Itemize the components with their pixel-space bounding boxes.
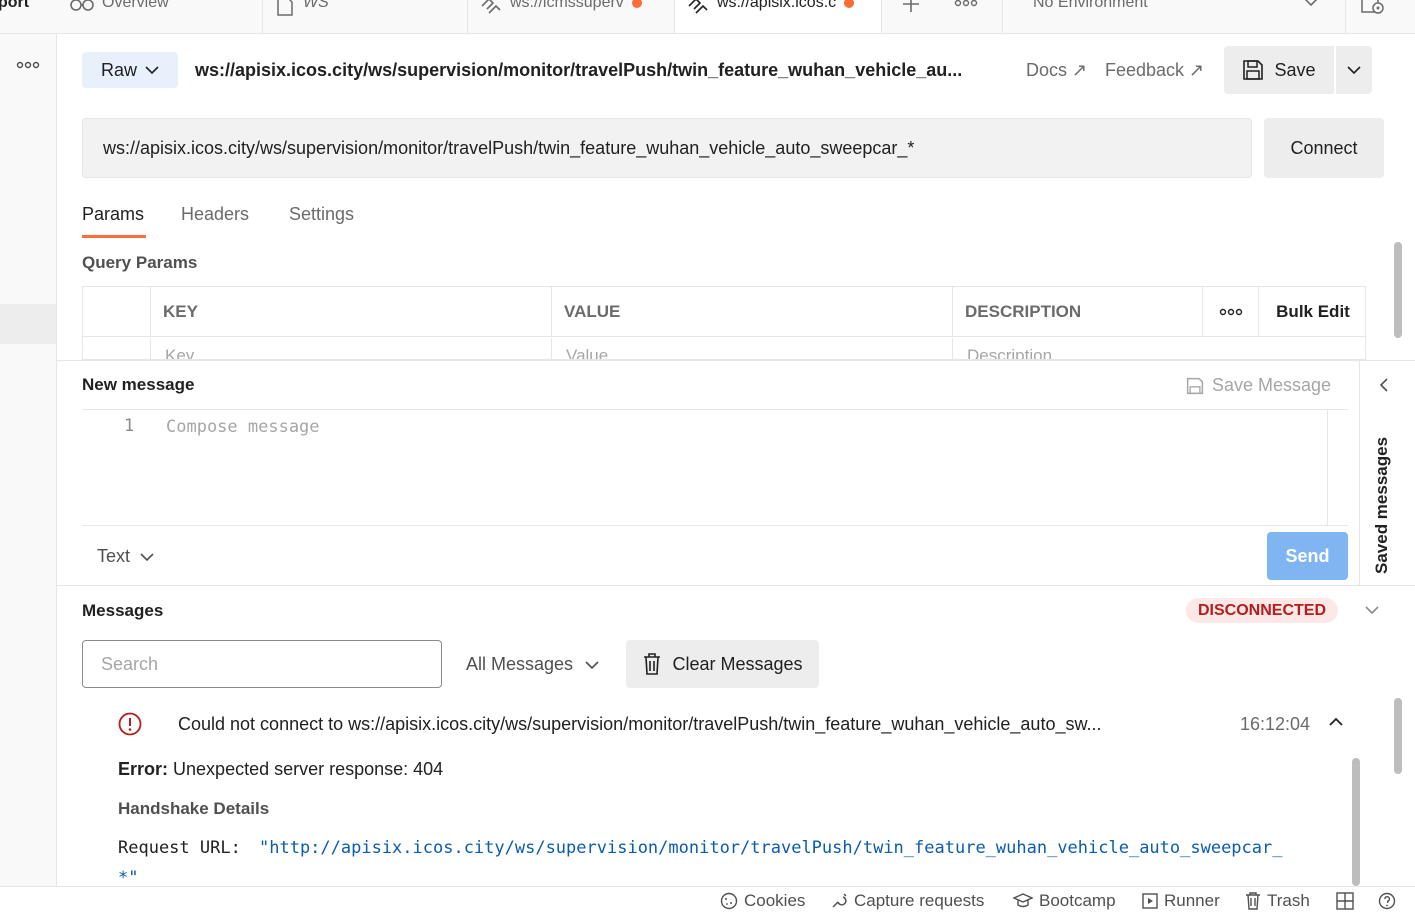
sidebar-partial-label: port bbox=[0, 0, 30, 11]
tab-ws-apisix[interactable]: ws://apisix.icos.c bbox=[675, 0, 882, 33]
cookies-button[interactable]: Cookies bbox=[720, 891, 805, 911]
new-tab-plus-icon[interactable] bbox=[900, 0, 922, 16]
clear-messages-button[interactable]: Clear Messages bbox=[626, 640, 819, 688]
messages-title: Messages bbox=[82, 601, 164, 620]
environment-quicklook-icon[interactable] bbox=[1360, 0, 1386, 16]
sidebar-more-icon[interactable] bbox=[16, 60, 40, 70]
feedback-link[interactable]: Feedback ↗ bbox=[1105, 60, 1204, 81]
runner-icon bbox=[1142, 893, 1158, 909]
connect-button[interactable]: Connect bbox=[1264, 118, 1384, 178]
key-input[interactable]: Key bbox=[151, 338, 552, 359]
query-params-title: Query Params bbox=[82, 253, 198, 272]
chevron-down-icon bbox=[145, 65, 159, 75]
runner-button[interactable]: Runner bbox=[1142, 891, 1220, 911]
divider bbox=[1002, 0, 1003, 33]
save-options-button[interactable] bbox=[1336, 46, 1372, 94]
environment-selector[interactable]: No Environment bbox=[1033, 0, 1148, 12]
error-icon bbox=[118, 712, 142, 736]
column-header-description: DESCRIPTION bbox=[953, 287, 1203, 337]
query-params-table: KEY VALUE DESCRIPTION Bulk Edit Key Valu… bbox=[82, 286, 1366, 360]
tab-settings[interactable]: Settings bbox=[289, 204, 354, 225]
line-number: 1 bbox=[124, 416, 135, 436]
overview-icon bbox=[70, 0, 94, 14]
request-url-label: Request URL: bbox=[118, 838, 241, 858]
scrollbar-thumb[interactable] bbox=[1394, 242, 1402, 338]
chevron-down-icon bbox=[140, 552, 154, 562]
error-detail: Error: Unexpected server response: 404 bbox=[118, 759, 444, 779]
tab-overview[interactable]: Overview bbox=[58, 0, 263, 33]
message-editor[interactable]: 1 Compose message bbox=[82, 409, 1348, 526]
layout-toggle-icon[interactable] bbox=[1336, 892, 1354, 910]
trash-icon bbox=[642, 652, 662, 676]
document-icon bbox=[275, 0, 295, 16]
capture-requests-button[interactable]: Capture requests bbox=[830, 891, 984, 911]
messages-search-input[interactable]: Search bbox=[82, 640, 442, 688]
tab-bar: port Overview WS ws://icmssuperv ws://ap… bbox=[0, 0, 1415, 34]
message-timestamp: 16:12:04 bbox=[1240, 714, 1311, 734]
trash-icon bbox=[1245, 892, 1261, 910]
help-icon[interactable] bbox=[1378, 892, 1396, 910]
saved-messages-label[interactable]: Saved messages bbox=[1372, 437, 1392, 574]
editor-border bbox=[1327, 410, 1328, 525]
sidebar-collapsed bbox=[0, 34, 57, 886]
messages-filter-dropdown[interactable]: All Messages bbox=[466, 654, 599, 675]
request-url-value-continued: *" bbox=[118, 868, 139, 886]
send-button[interactable]: Send bbox=[1267, 532, 1348, 580]
description-input[interactable]: Description bbox=[953, 338, 1365, 359]
capture-icon bbox=[830, 892, 848, 910]
websocket-icon bbox=[687, 0, 709, 16]
save-icon bbox=[1186, 377, 1204, 395]
column-header-key: KEY bbox=[151, 287, 552, 337]
sidebar-selected-item[interactable] bbox=[0, 304, 56, 344]
cookie-icon bbox=[720, 892, 738, 910]
save-button[interactable]: Save bbox=[1224, 46, 1334, 94]
chevron-left-icon[interactable] bbox=[1378, 377, 1390, 393]
chevron-down-icon bbox=[585, 660, 599, 670]
chevron-down-icon[interactable] bbox=[1364, 604, 1380, 616]
value-input[interactable]: Value bbox=[552, 338, 953, 359]
tab-ws-icmssuperv[interactable]: ws://icmssuperv bbox=[468, 0, 675, 33]
tabs-more-icon[interactable] bbox=[954, 0, 978, 8]
messages-scrollbar-thumb[interactable] bbox=[1352, 758, 1360, 886]
message-text[interactable]: Could not connect to ws://apisix.icos.ci… bbox=[178, 714, 1101, 735]
scrollbar-thumb[interactable] bbox=[1394, 698, 1402, 774]
compose-placeholder: Compose message bbox=[166, 417, 320, 437]
save-icon bbox=[1242, 59, 1264, 81]
graduation-cap-icon bbox=[1013, 893, 1033, 909]
websocket-icon bbox=[480, 0, 502, 16]
unsaved-dot bbox=[844, 0, 855, 8]
bootcamp-button[interactable]: Bootcamp bbox=[1013, 891, 1116, 911]
table-checkbox-header bbox=[83, 287, 151, 337]
trash-button[interactable]: Trash bbox=[1245, 891, 1310, 911]
tab-ws[interactable]: WS bbox=[263, 0, 468, 33]
request-url-value[interactable]: "http://apisix.icos.city/ws/supervision/… bbox=[259, 838, 1283, 858]
status-bar: Cookies Capture requests Bootcamp Runner… bbox=[0, 886, 1415, 914]
mode-dropdown[interactable]: Raw bbox=[82, 52, 178, 88]
pane-splitter[interactable] bbox=[57, 585, 1415, 586]
active-tab-indicator bbox=[82, 235, 146, 238]
tab-params[interactable]: Params bbox=[82, 204, 144, 225]
docs-link[interactable]: Docs ↗ bbox=[1026, 60, 1087, 81]
bulk-edit-button[interactable]: Bulk Edit bbox=[1259, 287, 1365, 337]
new-message-title: New message bbox=[82, 375, 195, 394]
request-title[interactable]: ws://apisix.icos.city/ws/supervision/mon… bbox=[195, 60, 962, 81]
unsaved-dot bbox=[631, 0, 642, 8]
chevron-down-icon bbox=[1347, 65, 1361, 75]
url-input[interactable]: ws://apisix.icos.city/ws/supervision/mon… bbox=[82, 118, 1252, 178]
tab-headers[interactable]: Headers bbox=[181, 204, 249, 225]
pane-splitter[interactable] bbox=[57, 360, 1415, 361]
column-header-value: VALUE bbox=[552, 287, 953, 337]
save-message-button[interactable]: Save Message bbox=[1186, 375, 1331, 396]
table-more-icon[interactable] bbox=[1203, 287, 1259, 337]
connection-status-badge: DISCONNECTED bbox=[1186, 598, 1339, 623]
chevron-down-icon[interactable] bbox=[1302, 0, 1320, 8]
handshake-details-title: Handshake Details bbox=[118, 799, 270, 818]
chevron-up-icon[interactable] bbox=[1328, 716, 1344, 728]
divider bbox=[1345, 0, 1346, 33]
message-format-dropdown[interactable]: Text bbox=[97, 546, 154, 567]
row-checkbox-cell bbox=[83, 338, 151, 359]
